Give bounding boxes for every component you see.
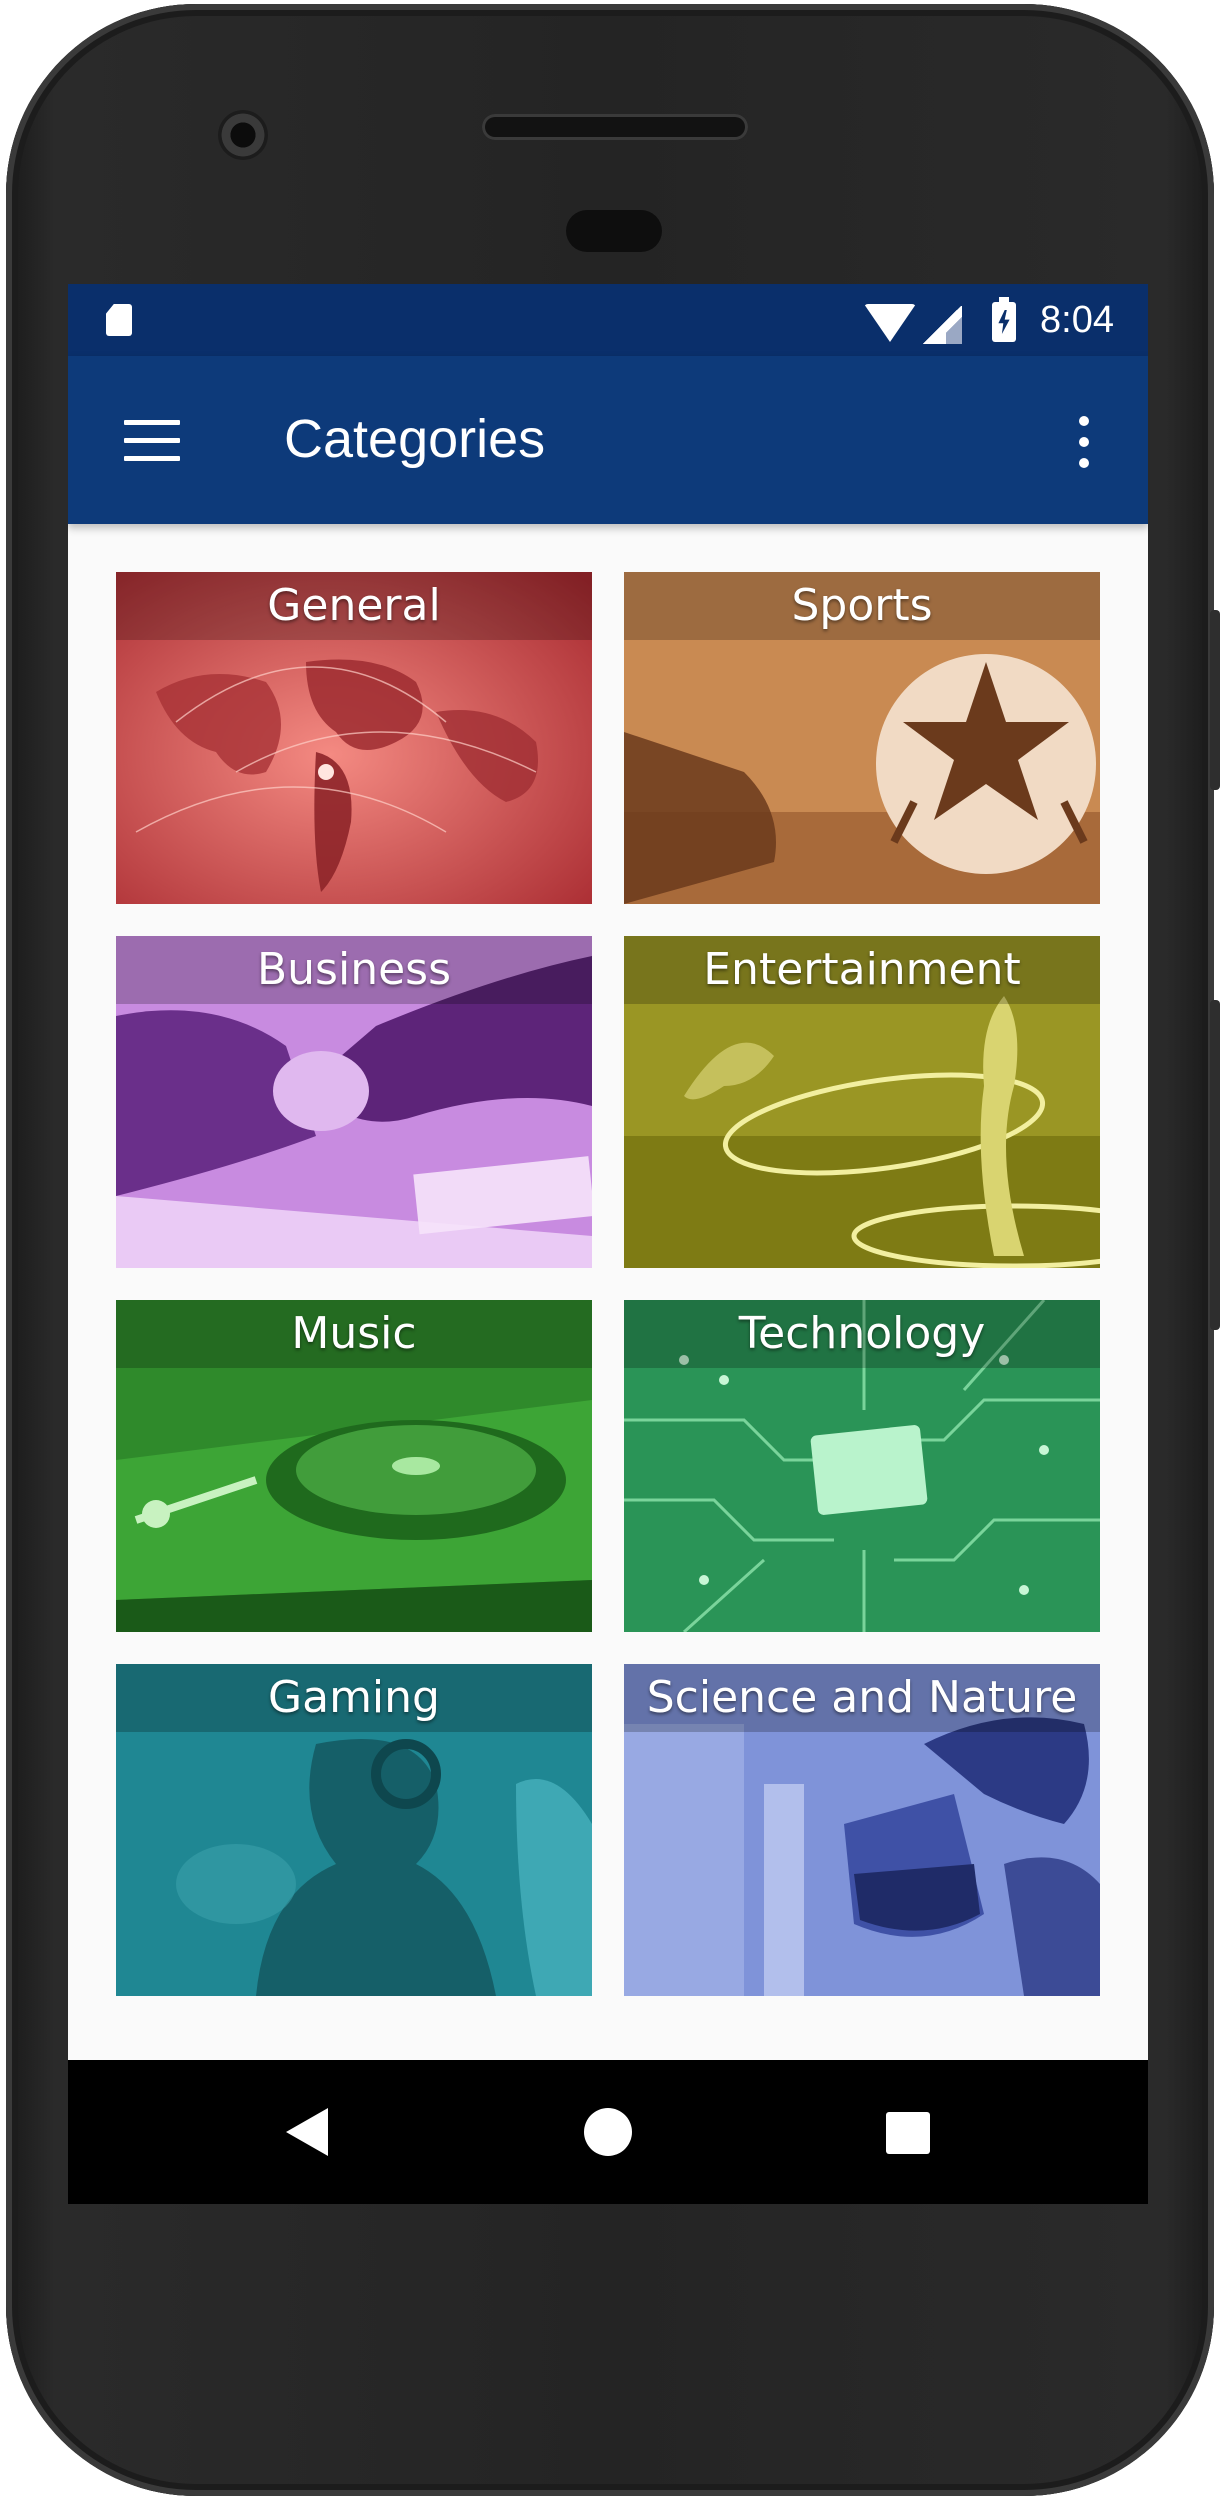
category-label: Entertainment	[703, 944, 1021, 995]
more-vertical-icon[interactable]	[1070, 412, 1098, 472]
recents-icon[interactable]	[886, 2112, 930, 2154]
category-label: Technology	[738, 1308, 986, 1359]
category-label: Gaming	[268, 1672, 440, 1723]
hamburger-menu-icon[interactable]	[124, 420, 180, 462]
power-button	[1210, 610, 1220, 790]
category-label: Business	[256, 944, 452, 995]
category-card-gaming[interactable]: Gaming	[116, 1664, 592, 1996]
app-bar: Categories	[68, 356, 1148, 524]
category-card-technology[interactable]: Technology	[624, 1300, 1100, 1632]
cell-signal-icon	[922, 306, 962, 344]
front-camera	[218, 110, 268, 160]
back-icon[interactable]	[286, 2108, 328, 2156]
earpiece-speaker	[482, 114, 748, 140]
home-icon[interactable]	[584, 2108, 632, 2156]
status-bar: 8:04	[68, 284, 1148, 356]
category-label: Science and Nature	[646, 1672, 1078, 1723]
category-card-entertainment[interactable]: Entertainment	[624, 936, 1100, 1268]
sd-card-icon	[106, 304, 132, 336]
proximity-sensor	[566, 210, 662, 252]
category-card-general[interactable]: General	[116, 572, 592, 904]
battery-charging-icon	[992, 297, 1016, 342]
volume-button	[1210, 1000, 1220, 1330]
wifi-icon	[864, 304, 916, 342]
category-label: Music	[291, 1308, 417, 1359]
page-title: Categories	[284, 409, 546, 469]
status-time: 8:04	[1040, 299, 1114, 341]
category-card-sports[interactable]: Sports	[624, 572, 1100, 904]
category-label: General	[267, 580, 441, 631]
category-card-science-and-nature[interactable]: Science and Nature	[624, 1664, 1100, 1996]
navigation-bar	[68, 2060, 1148, 2204]
category-card-music[interactable]: Music	[116, 1300, 592, 1632]
category-card-business[interactable]: Business	[116, 936, 592, 1268]
category-label: Sports	[791, 580, 933, 631]
screen: 8:04 Categories General Sports Business …	[68, 284, 1148, 2204]
